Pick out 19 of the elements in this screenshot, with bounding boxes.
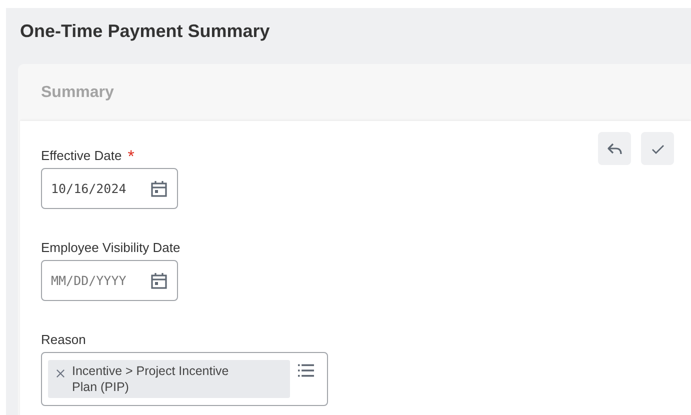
selected-tag[interactable]: Incentive > Project Incentive Plan (PIP) xyxy=(48,360,290,398)
remove-icon[interactable] xyxy=(56,369,65,378)
field-label: Effective Date xyxy=(41,148,122,162)
date-value: 10/16/2024 xyxy=(51,181,126,196)
date-placeholder: MM/DD/YYYY xyxy=(51,273,126,288)
page-title: One-Time Payment Summary xyxy=(19,20,271,43)
field-label: Employee Visibility Date xyxy=(41,240,180,254)
section-title: Summary xyxy=(41,84,114,102)
undo-button[interactable] xyxy=(598,132,631,165)
tag-label: Incentive > Project Incentive Plan (PIP) xyxy=(72,363,230,395)
multiselect-field[interactable]: Incentive > Project Incentive Plan (PIP) xyxy=(41,352,328,406)
date-field[interactable]: MM/DD/YYYY xyxy=(41,260,178,301)
list-icon[interactable] xyxy=(298,364,314,377)
calendar-icon[interactable] xyxy=(150,272,168,290)
date-field[interactable]: 10/16/2024 xyxy=(41,168,178,209)
field-label: Reason xyxy=(41,332,86,346)
calendar-icon[interactable] xyxy=(150,180,168,198)
reply-arrow-icon xyxy=(606,140,622,156)
required-asterisk: * xyxy=(128,148,134,165)
